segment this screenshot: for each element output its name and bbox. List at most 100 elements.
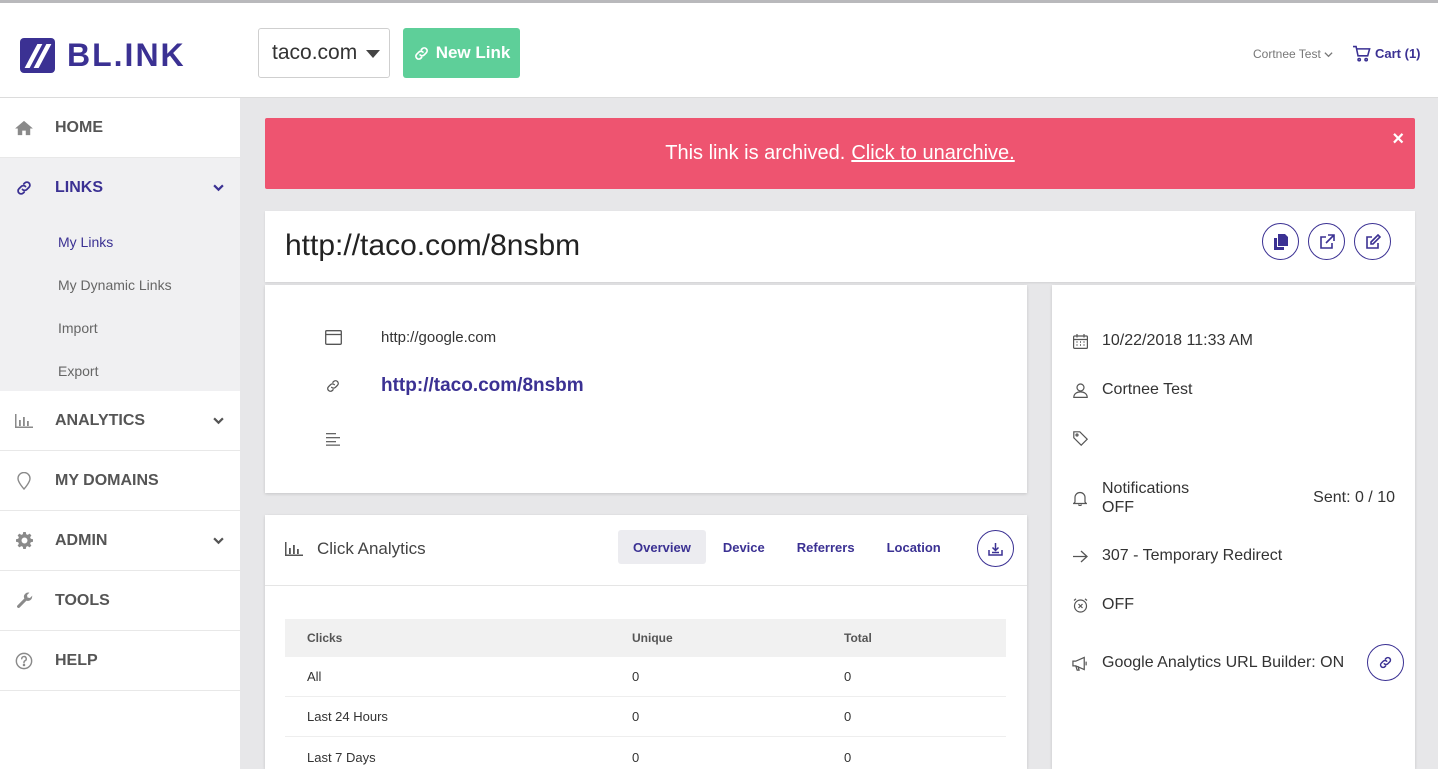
- row-label: All: [307, 669, 322, 684]
- owner-name: Cortnee Test: [1102, 381, 1193, 398]
- calendar-icon: [1072, 333, 1088, 349]
- chevron-down-icon: [213, 184, 224, 192]
- click-analytics-card: Click Analytics Overview Device Referrer…: [265, 515, 1027, 769]
- megaphone-icon: [1072, 655, 1088, 671]
- user-icon: [1072, 382, 1088, 398]
- sidebar-item-help[interactable]: HELP: [0, 631, 240, 691]
- ga-builder-status: Google Analytics URL Builder: ON: [1102, 654, 1345, 671]
- link-header-card: http://taco.com/8nsbm: [265, 211, 1415, 282]
- tab-device[interactable]: Device: [708, 530, 780, 564]
- alarm-clock-icon: [1072, 597, 1088, 613]
- created-date: 10/22/2018 11:33 AM: [1102, 332, 1253, 349]
- sidebar-item-label: HOME: [55, 118, 103, 136]
- sidebar-item-admin[interactable]: ADMIN: [0, 511, 240, 571]
- ga-builder-row: Google Analytics URL Builder: ON: [1072, 654, 1344, 672]
- total-value: 0: [844, 749, 852, 765]
- cart-button[interactable]: Cart (1): [1352, 45, 1421, 62]
- bar-chart-icon: [14, 411, 34, 431]
- caret-down-icon: [366, 50, 381, 58]
- created-row: 10/22/2018 11:33 AM: [1072, 332, 1253, 350]
- sidebar-item-label: LINKS: [55, 179, 103, 196]
- sidebar-item-tools[interactable]: TOOLS: [0, 571, 240, 631]
- chevron-down-icon: [1324, 51, 1333, 57]
- analytics-title: Click Analytics: [285, 539, 426, 559]
- analytics-title-label: Click Analytics: [317, 539, 426, 558]
- domain-select[interactable]: taco.com: [258, 28, 390, 78]
- tab-referrers[interactable]: Referrers: [782, 530, 870, 564]
- notifications-sent: Sent: 0 / 10: [1313, 489, 1395, 506]
- chevron-down-icon: [213, 417, 224, 425]
- copy-icon: [1273, 233, 1288, 250]
- notifications-row[interactable]: Notifications OFF Sent: 0 / 10: [1072, 479, 1395, 517]
- download-icon: [988, 542, 1003, 556]
- sidebar: HOME LINKS My Links My Dynamic Links Imp…: [0, 98, 240, 769]
- archived-alert: This link is archived. Click to unarchiv…: [265, 118, 1415, 189]
- unarchive-link[interactable]: Click to unarchive.: [851, 142, 1014, 165]
- table-row: All 0 0: [285, 657, 1006, 697]
- column-header: Clicks: [307, 631, 343, 645]
- edit-button[interactable]: [1354, 223, 1391, 260]
- link-details-card: http://google.com http://taco.com/8nsbm: [265, 285, 1027, 493]
- external-link-icon: [1319, 233, 1335, 249]
- sidebar-item-label: HELP: [55, 651, 98, 669]
- sidebar-item-label: MY DOMAINS: [55, 471, 159, 489]
- chevron-down-icon: [213, 537, 224, 545]
- total-value: 0: [844, 669, 852, 684]
- analytics-header: Click Analytics Overview Device Referrer…: [265, 515, 1027, 586]
- link-icon: [1379, 656, 1392, 669]
- sidebar-item-analytics[interactable]: ANALYTICS: [0, 391, 240, 451]
- wrench-icon: [14, 591, 34, 611]
- short-link-url[interactable]: http://taco.com/8nsbm: [381, 375, 584, 397]
- home-icon: [14, 118, 34, 138]
- sidebar-item-home[interactable]: HOME: [0, 98, 240, 158]
- open-external-button[interactable]: [1308, 223, 1345, 260]
- unique-value: 0: [632, 749, 640, 765]
- table-header: Clicks Unique Total: [285, 619, 1006, 657]
- sidebar-item-links[interactable]: LINKS: [0, 158, 240, 218]
- short-link-row: http://taco.com/8nsbm: [324, 375, 584, 396]
- user-menu[interactable]: Cortnee Test: [1253, 47, 1333, 61]
- sidebar-subitem-my-links[interactable]: My Links: [0, 220, 240, 263]
- sidebar-subitem-import[interactable]: Import: [0, 306, 240, 349]
- tab-location[interactable]: Location: [872, 530, 956, 564]
- text-align-left-icon: [324, 430, 342, 448]
- ga-builder-link-button[interactable]: [1367, 644, 1404, 681]
- owner-row: Cortnee Test: [1072, 381, 1192, 399]
- arrow-right-icon: [1072, 548, 1088, 564]
- column-header: Unique: [632, 631, 673, 645]
- total-value: 0: [844, 709, 852, 724]
- blink-logo[interactable]: BL.INK: [20, 37, 186, 73]
- help-circle-icon: [14, 651, 34, 671]
- links-submenu: My Links My Dynamic Links Import Export: [0, 218, 240, 391]
- domain-select-value: taco.com: [272, 41, 358, 64]
- sidebar-subitem-my-dynamic-links[interactable]: My Dynamic Links: [0, 263, 240, 306]
- sidebar-subitem-export[interactable]: Export: [0, 349, 240, 392]
- sidebar-item-label: TOOLS: [55, 591, 110, 609]
- browser-window-icon: [324, 328, 342, 346]
- table-row: Last 7 Days 0 0: [285, 737, 1006, 769]
- redirect-row[interactable]: 307 - Temporary Redirect: [1072, 547, 1282, 565]
- unique-value: 0: [632, 709, 640, 724]
- download-button[interactable]: [977, 530, 1014, 567]
- tag-icon: [1072, 430, 1088, 446]
- destination-row: http://google.com: [324, 328, 496, 346]
- sidebar-item-my-domains[interactable]: MY DOMAINS: [0, 451, 240, 511]
- expiry-row[interactable]: OFF: [1072, 596, 1134, 614]
- destination-url[interactable]: http://google.com: [381, 329, 496, 346]
- new-link-label: New Link: [435, 43, 511, 62]
- gear-icon: [14, 531, 34, 551]
- analytics-tabs: Overview Device Referrers Location: [618, 530, 958, 564]
- tab-overview[interactable]: Overview: [618, 530, 706, 564]
- tags-row[interactable]: [1072, 430, 1102, 446]
- row-label: Last 24 Hours: [307, 709, 388, 724]
- table-row: Last 24 Hours 0 0: [285, 697, 1006, 737]
- edit-icon: [1365, 233, 1381, 249]
- copy-button[interactable]: [1262, 223, 1299, 260]
- sidebar-item-label: ADMIN: [55, 531, 108, 549]
- close-icon[interactable]: ×: [1392, 128, 1404, 151]
- cart-label: Cart (1): [1375, 46, 1421, 61]
- unique-value: 0: [632, 669, 640, 684]
- new-link-button[interactable]: New Link: [403, 28, 520, 78]
- bar-chart-icon: [285, 542, 303, 556]
- link-meta-panel: 10/22/2018 11:33 AM Cortnee Test Notific…: [1052, 285, 1415, 769]
